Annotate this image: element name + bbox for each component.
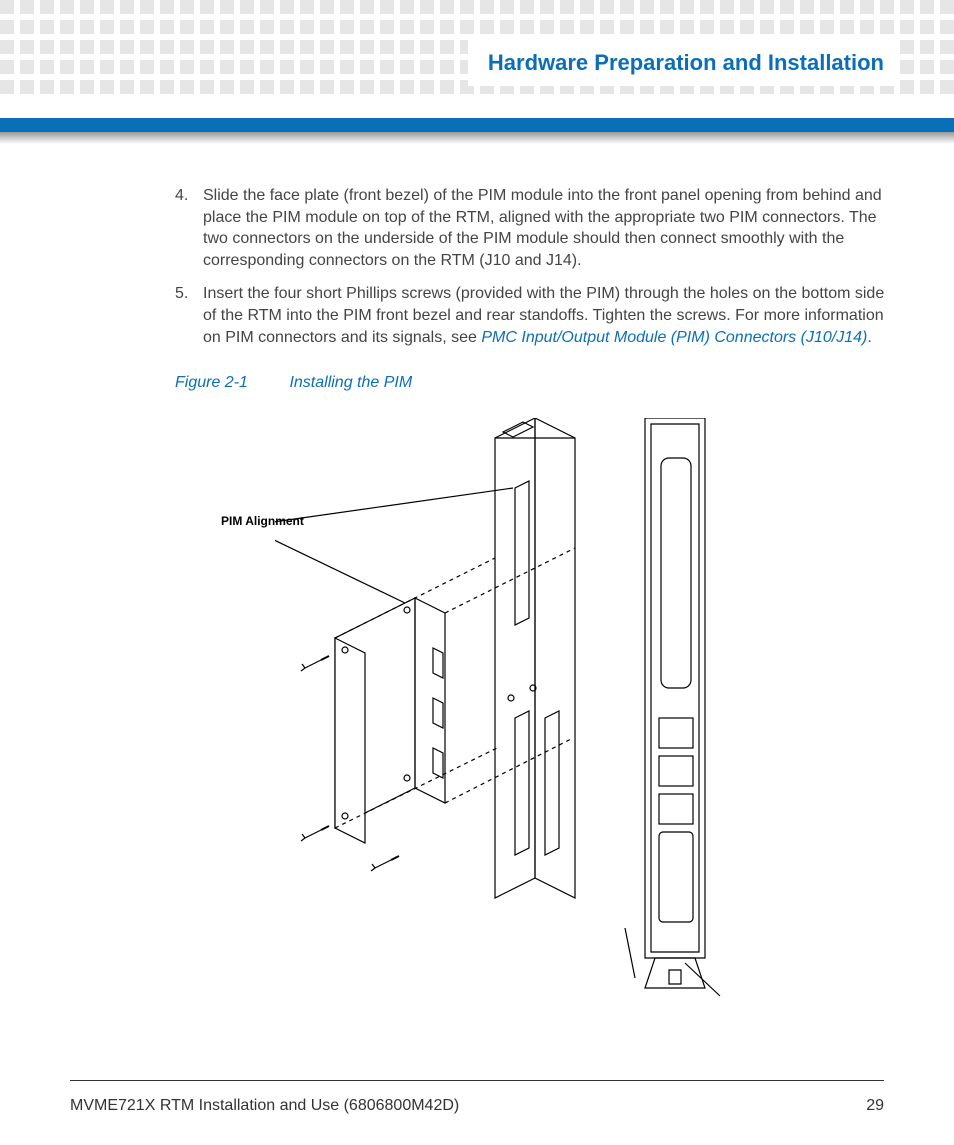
page-footer: MVME721X RTM Installation and Use (68068… — [70, 1097, 884, 1115]
footer-page-number: 29 — [866, 1097, 884, 1115]
footer-doc-title: MVME721X RTM Installation and Use (68068… — [70, 1097, 459, 1115]
step-number: 5. — [175, 283, 203, 348]
figure-number: Figure 2-1 — [175, 374, 285, 392]
step-text: Slide the face plate (front bezel) of th… — [203, 185, 885, 271]
figure-illustration: PIM Alignment — [175, 418, 885, 998]
step-5: 5. Insert the four short Phillips screws… — [175, 283, 885, 348]
step-text-after: . — [867, 329, 871, 346]
header-blue-bar — [0, 118, 954, 132]
footer-rule — [70, 1080, 884, 1081]
figure-title: Installing the PIM — [289, 374, 412, 391]
chapter-title: Hardware Preparation and Installation — [468, 40, 894, 86]
figure-callout-pim-alignment: PIM Alignment — [221, 514, 304, 528]
step-number: 4. — [175, 185, 203, 271]
header-shadow — [0, 132, 954, 144]
page-content: 4. Slide the face plate (front bezel) of… — [175, 185, 885, 998]
figure-caption: Figure 2-1 Installing the PIM — [175, 374, 885, 392]
cross-reference-link[interactable]: PMC Input/Output Module (PIM) Connectors… — [481, 329, 867, 346]
step-text: Insert the four short Phillips screws (p… — [203, 283, 885, 348]
step-4: 4. Slide the face plate (front bezel) of… — [175, 185, 885, 271]
pim-installation-diagram — [275, 418, 835, 998]
